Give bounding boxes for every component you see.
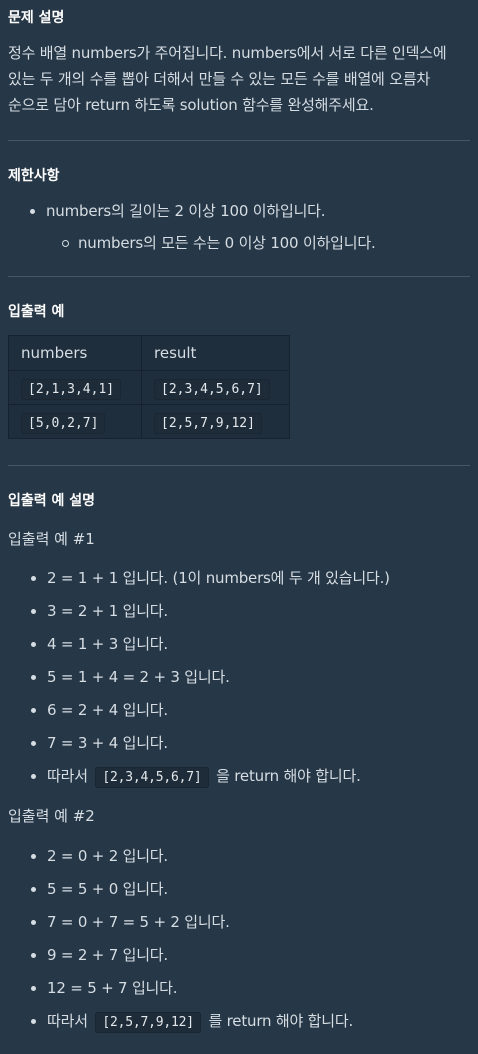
example-2-list: 2 = 0 + 2 입니다. 5 = 5 + 0 입니다. 7 = 0 + 7 … (8, 845, 470, 1034)
list-item: 2 = 1 + 1 입니다. (1이 numbers에 두 개 있습니다.) (31, 567, 470, 589)
table-cell: [2,5,7,9,12] (141, 404, 290, 439)
table-cell: [2,3,4,5,6,7] (141, 370, 290, 405)
column-header: result (141, 335, 290, 371)
constraints-heading: 제한사항 (8, 168, 60, 184)
table-header-row: numbers result (8, 335, 290, 371)
list-item: 12 = 5 + 7 입니다. (31, 977, 470, 999)
final-prefix: 따라서 (47, 1012, 88, 1030)
code-value: [2,5,7,9,12] (95, 1012, 201, 1033)
example-2-title: 입출력 예 #2 (8, 807, 95, 825)
problem-description: 정수 배열 numbers가 주어집니다. numbers에서 서로 다른 인덱… (8, 36, 470, 118)
list-item: 7 = 3 + 4 입니다. (31, 732, 470, 754)
list-item: 4 = 1 + 3 입니다. (31, 633, 470, 655)
description-line: 있는 두 개의 수를 뽑아 더해서 만들 수 있는 모든 수를 배열에 오름차 (8, 70, 431, 88)
code-value: [2,3,4,5,6,7] (95, 767, 209, 788)
list-item: 2 = 0 + 2 입니다. (31, 845, 470, 867)
list-item: 7 = 0 + 7 = 5 + 2 입니다. (31, 911, 470, 933)
problem-heading: 문제 설명 (8, 10, 65, 26)
final-suffix: 을 return 해야 합니다. (216, 767, 361, 785)
constraints-list: numbers의 길이는 2 이상 100 이하입니다. (8, 200, 470, 222)
section-divider (8, 465, 470, 466)
column-header: numbers (8, 335, 142, 371)
example-1-list: 2 = 1 + 1 입니다. (1이 numbers에 두 개 있습니다.) 3… (8, 567, 470, 789)
code-value: [2,1,3,4,1] (21, 378, 122, 400)
list-item: 6 = 2 + 4 입니다. (31, 699, 470, 721)
list-item: 9 = 2 + 7 입니다. (31, 944, 470, 966)
constraints-sublist: numbers의 모든 수는 0 이상 100 이하입니다. (8, 232, 470, 254)
list-item: 5 = 5 + 0 입니다. (31, 878, 470, 900)
table-cell: [5,0,2,7] (8, 404, 142, 439)
list-item: numbers의 모든 수는 0 이상 100 이하입니다. (62, 232, 470, 254)
io-example-table: numbers result [2,1,3,4,1] [2,3,4,5,6,7]… (8, 335, 290, 439)
final-prefix: 따라서 (47, 767, 88, 785)
description-line: 순으로 담아 return 하도록 solution 함수를 완성해주세요. (8, 96, 374, 114)
io-explanation-heading: 입출력 예 설명 (8, 493, 96, 509)
section-divider (8, 140, 470, 141)
io-example-heading: 입출력 예 (8, 304, 65, 320)
list-item: numbers의 길이는 2 이상 100 이하입니다. (30, 200, 470, 222)
list-item: 5 = 1 + 4 = 2 + 3 입니다. (31, 666, 470, 688)
code-value: [5,0,2,7] (21, 412, 106, 434)
description-line: 정수 배열 numbers가 주어집니다. numbers에서 서로 다른 인덱… (8, 44, 447, 62)
list-item: 3 = 2 + 1 입니다. (31, 600, 470, 622)
final-suffix: 를 return 해야 합니다. (208, 1012, 354, 1030)
table-row: [2,1,3,4,1] [2,3,4,5,6,7] (8, 370, 290, 405)
code-value: [2,5,7,9,12] (154, 412, 262, 434)
example-1-title: 입출력 예 #1 (8, 530, 95, 548)
section-divider (8, 276, 470, 277)
table-cell: [2,1,3,4,1] (8, 370, 142, 405)
code-value: [2,3,4,5,6,7] (154, 378, 270, 400)
list-item-final: 따라서 [2,3,4,5,6,7] 을 return 해야 합니다. (31, 765, 470, 789)
list-item-final: 따라서 [2,5,7,9,12] 를 return 해야 합니다. (31, 1010, 470, 1034)
table-row: [5,0,2,7] [2,5,7,9,12] (8, 404, 290, 439)
